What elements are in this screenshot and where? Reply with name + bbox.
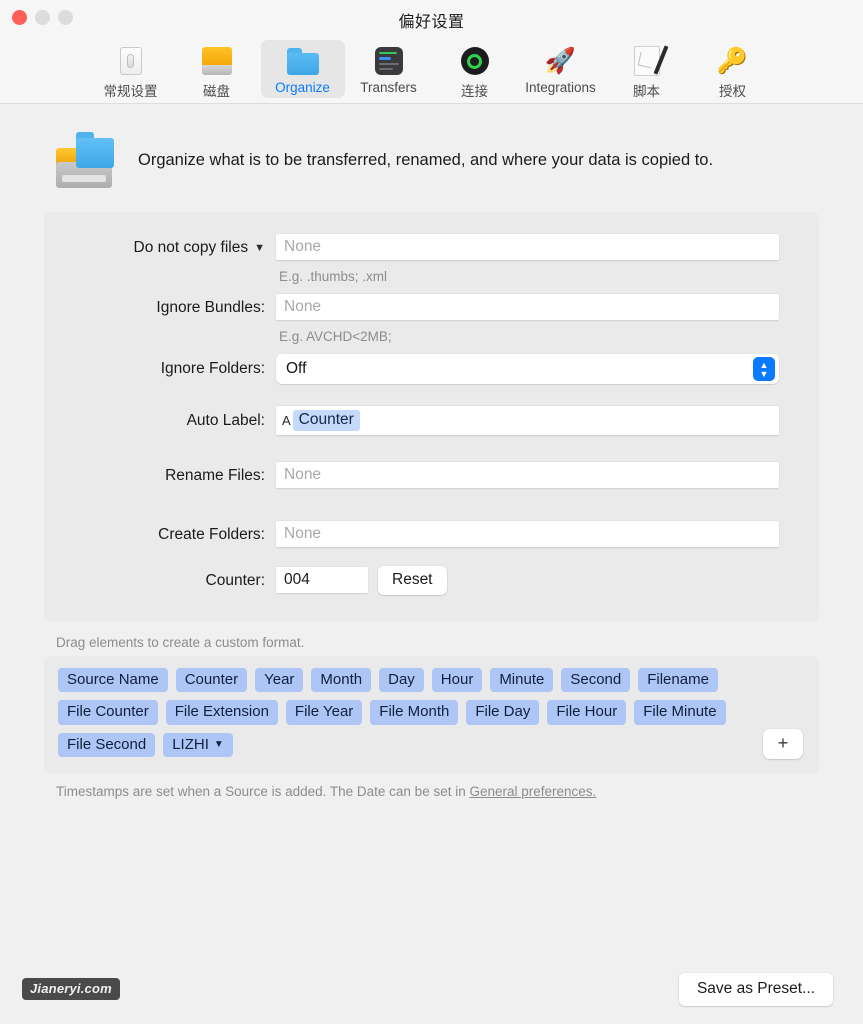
preferences-toolbar: 常规设置 磁盘 Organize Transfers 连接 🚀 Integrat…	[0, 38, 863, 104]
token-filename[interactable]: Filename	[638, 668, 718, 693]
auto-label-label: Auto Label:	[186, 412, 265, 429]
pane-description: Organize what is to be transferred, rena…	[138, 150, 714, 169]
do-not-copy-files-hint: E.g. .thumbs; .xml	[279, 269, 388, 284]
row-ignore-bundles: Ignore Bundles:	[44, 294, 819, 321]
token-file-minute[interactable]: File Minute	[634, 700, 726, 725]
counter-input[interactable]	[276, 567, 368, 594]
toolbar-tab-label: 连接	[461, 84, 488, 99]
toolbar-tab-label: Organize	[275, 80, 330, 95]
token-row: File Second LIZHI ▼	[58, 732, 805, 757]
auto-label-token-counter[interactable]: Counter	[292, 410, 360, 431]
preferences-window: 偏好设置 常规设置 磁盘 Organize Transfers 连接 🚀 Int…	[0, 0, 863, 1024]
ignore-folders-label: Ignore Folders:	[160, 360, 265, 377]
token-file-second[interactable]: File Second	[58, 732, 156, 757]
toolbar-tab-integrations[interactable]: 🚀 Integrations	[519, 40, 603, 98]
connect-icon	[457, 44, 493, 78]
script-icon	[629, 44, 668, 78]
ignore-folders-value: Off	[286, 360, 307, 377]
ignore-bundles-input[interactable]	[276, 294, 779, 321]
toolbar-tab-label: 脚本	[633, 84, 660, 99]
hint-row-ignore-bundles: E.g. AVCHD<2MB;	[44, 325, 819, 354]
do-not-copy-files-input[interactable]	[276, 234, 779, 261]
toolbar-tab-label: 授权	[719, 84, 746, 99]
token-minute[interactable]: Minute	[490, 668, 554, 693]
toolbar-tab-organize[interactable]: Organize	[260, 40, 345, 98]
create-folders-label: Create Folders:	[158, 525, 265, 543]
rename-files-label: Rename Files:	[165, 466, 265, 484]
transfers-icon	[371, 44, 407, 78]
format-elements-panel: Source Name Counter Year Month Day Hour …	[44, 656, 819, 773]
ignore-folders-select[interactable]: Off ▲ ▼	[276, 354, 779, 384]
toolbar-tab-general[interactable]: 常规设置	[89, 40, 173, 103]
footer-bar: Jianeryi.com Save as Preset...	[0, 954, 863, 1024]
toolbar-tab-label: 磁盘	[203, 84, 230, 99]
organize-pane: Organize what is to be transferred, rena…	[0, 104, 863, 1024]
do-not-copy-files-dropdown[interactable]: Do not copy files ▼	[44, 239, 276, 257]
row-do-not-copy: Do not copy files ▼	[44, 234, 819, 261]
chevron-down-icon: ▼	[213, 739, 224, 751]
watermark: Jianeryi.com	[22, 978, 120, 1000]
ignore-bundles-hint: E.g. AVCHD<2MB;	[279, 329, 392, 344]
stepper-updown-icon: ▲ ▼	[753, 357, 775, 381]
window-title: 偏好设置	[398, 14, 465, 31]
folder-icon	[285, 44, 321, 78]
pane-header: Organize what is to be transferred, rena…	[44, 104, 819, 212]
disk-icon	[199, 44, 235, 78]
token-counter[interactable]: Counter	[175, 668, 248, 693]
toolbar-tab-label: Transfers	[360, 80, 417, 95]
toolbar-tab-disk[interactable]: 磁盘	[175, 40, 259, 103]
add-element-button[interactable]: +	[763, 728, 803, 759]
token-month[interactable]: Month	[311, 668, 372, 693]
token-file-hour[interactable]: File Hour	[547, 700, 627, 725]
auto-label-field[interactable]: A Counter	[276, 406, 779, 436]
token-rows: Source Name Counter Year Month Day Hour …	[58, 668, 805, 757]
token-file-year[interactable]: File Year	[285, 700, 363, 725]
row-ignore-folders: Ignore Folders: Off ▲ ▼	[44, 354, 819, 384]
drag-elements-hint: Drag elements to create a custom format.	[56, 635, 305, 650]
reset-counter-button[interactable]: Reset	[378, 566, 447, 595]
rocket-icon: 🚀	[544, 46, 577, 75]
token-preset-menu[interactable]: LIZHI ▼	[163, 732, 233, 757]
toolbar-tab-transfers[interactable]: Transfers	[347, 40, 431, 98]
toolbar-tab-label: 常规设置	[103, 84, 158, 99]
chevron-down-icon: ▼	[254, 242, 265, 254]
switch-icon	[113, 44, 149, 78]
rename-files-input[interactable]	[276, 462, 779, 489]
toolbar-tab-authorization[interactable]: 🔑 授权	[691, 40, 775, 103]
row-counter: Counter: Reset	[44, 566, 819, 595]
organize-folder-disk-icon	[54, 132, 118, 188]
save-as-preset-button[interactable]: Save as Preset...	[678, 972, 833, 1006]
toolbar-tab-connect[interactable]: 连接	[433, 40, 517, 103]
token-preset-menu-label: LIZHI	[172, 735, 209, 753]
auto-label-literal: A	[282, 413, 291, 428]
window-titlebar: 偏好设置	[0, 0, 863, 38]
token-row: File Counter File Extension File Year Fi…	[58, 700, 805, 725]
toolbar-tab-label: Integrations	[525, 80, 596, 95]
row-rename-files: Rename Files:	[44, 462, 819, 489]
token-source-name[interactable]: Source Name	[58, 668, 168, 693]
token-year[interactable]: Year	[255, 668, 304, 693]
organize-form-panel: Do not copy files ▼ E.g. .thumbs; .xml I…	[44, 212, 819, 621]
token-file-day[interactable]: File Day	[466, 700, 540, 725]
do-not-copy-files-label: Do not copy files	[133, 238, 249, 256]
ignore-bundles-label: Ignore Bundles:	[156, 298, 265, 316]
token-second[interactable]: Second	[561, 668, 631, 693]
token-file-counter[interactable]: File Counter	[58, 700, 158, 725]
hint-row-do-not-copy: E.g. .thumbs; .xml	[44, 265, 819, 294]
token-hour[interactable]: Hour	[431, 668, 483, 693]
row-create-folders: Create Folders:	[44, 521, 819, 548]
token-day[interactable]: Day	[379, 668, 424, 693]
key-icon: 🔑	[716, 46, 749, 75]
row-auto-label: Auto Label: A Counter	[44, 406, 819, 436]
timestamps-footnote: Timestamps are set when a Source is adde…	[56, 784, 819, 799]
token-row: Source Name Counter Year Month Day Hour …	[58, 668, 805, 693]
create-folders-input[interactable]	[276, 521, 779, 548]
token-file-extension[interactable]: File Extension	[165, 700, 278, 725]
counter-label: Counter:	[205, 571, 265, 589]
general-preferences-link[interactable]: General preferences.	[469, 784, 596, 799]
timestamps-footnote-text: Timestamps are set when a Source is adde…	[56, 783, 470, 799]
toolbar-tab-scripts[interactable]: 脚本	[605, 40, 689, 103]
token-file-month[interactable]: File Month	[370, 700, 459, 725]
